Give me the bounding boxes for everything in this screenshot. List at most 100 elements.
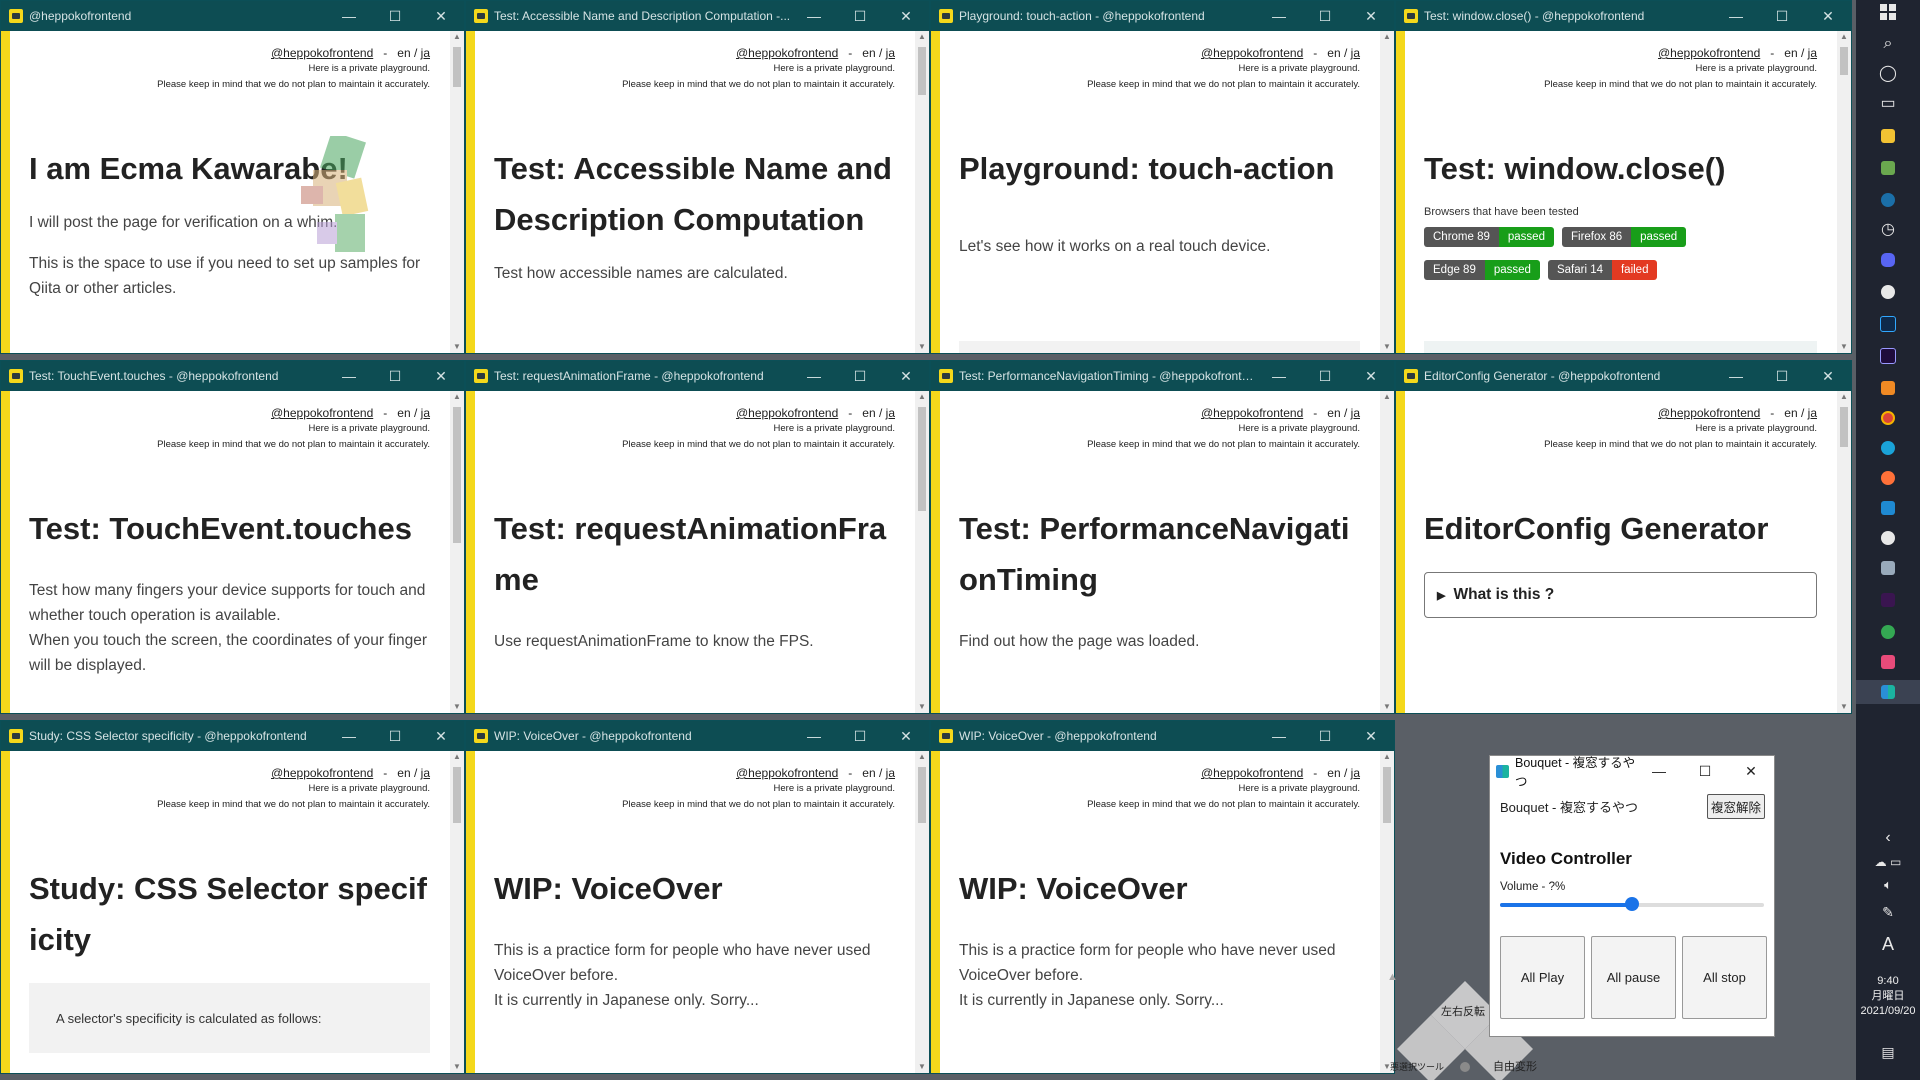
pen-icon[interactable]: ✎ <box>1856 900 1920 924</box>
title-bar[interactable]: WIP: VoiceOver - @heppokofrontend — ☐ ✕ <box>931 721 1394 751</box>
handle-link[interactable]: @heppokofrontend <box>271 766 373 780</box>
title-bar[interactable]: @heppokofrontend — ☐ ✕ <box>1 1 464 31</box>
browser-window-voiceover-2[interactable]: WIP: VoiceOver - @heppokofrontend — ☐ ✕ … <box>930 720 1395 1074</box>
lang-ja-link[interactable]: ja <box>1351 766 1360 780</box>
handle-link[interactable]: @heppokofrontend <box>1658 46 1760 60</box>
maximize-button[interactable]: ☐ <box>1759 368 1805 385</box>
browser-window-window-close[interactable]: Test: window.close() - @heppokofrontend … <box>1395 0 1852 354</box>
maximize-button[interactable]: ☐ <box>1302 8 1348 25</box>
maximize-button[interactable]: ☐ <box>372 728 418 745</box>
maximize-button[interactable]: ☐ <box>837 728 883 745</box>
handle-link[interactable]: @heppokofrontend <box>1201 766 1303 780</box>
start-button[interactable] <box>1856 4 1920 28</box>
chat-app-icon[interactable] <box>1856 280 1920 304</box>
bouquet-window[interactable]: Bouquet - 複窓するやつ — ☐ ✕ Bouquet - 複窓するやつ … <box>1489 755 1775 1037</box>
minimize-button[interactable]: — <box>791 728 837 744</box>
vertical-scrollbar[interactable]: ▲ ▼ <box>1380 31 1394 353</box>
lang-ja-link[interactable]: ja <box>1351 46 1360 60</box>
minimize-button[interactable]: — <box>1713 368 1759 384</box>
title-bar[interactable]: Playground: touch-action - @heppokofront… <box>931 1 1394 31</box>
all-play-button[interactable]: All Play <box>1500 936 1585 1019</box>
browser-window-touch-action[interactable]: Playground: touch-action - @heppokofront… <box>930 0 1395 354</box>
vertical-scrollbar[interactable]: ▲ ▼ <box>1837 31 1851 353</box>
maximize-button[interactable]: ☐ <box>1302 728 1348 745</box>
discord-icon[interactable] <box>1856 248 1920 272</box>
close-button[interactable]: ✕ <box>1348 368 1394 385</box>
steam-icon[interactable] <box>1856 188 1920 212</box>
lang-ja-link[interactable]: ja <box>886 46 895 60</box>
maximize-button[interactable]: ☐ <box>372 8 418 25</box>
premiere-icon[interactable] <box>1856 344 1920 368</box>
lang-ja-link[interactable]: ja <box>421 46 430 60</box>
cortana-icon[interactable]: ◯ <box>1856 62 1920 86</box>
minimize-button[interactable]: — <box>1256 728 1302 744</box>
browser-window-editorconfig[interactable]: EditorConfig Generator - @heppokofronten… <box>1395 360 1852 714</box>
maximize-button[interactable]: ☐ <box>372 368 418 385</box>
chrome-icon[interactable] <box>1856 406 1920 430</box>
minimize-button[interactable]: — <box>326 368 372 384</box>
file-explorer-icon[interactable] <box>1856 124 1920 148</box>
handle-link[interactable]: @heppokofrontend <box>736 766 838 780</box>
maximize-button[interactable]: ☐ <box>837 368 883 385</box>
close-button[interactable]: ✕ <box>418 8 464 25</box>
notification-center-icon[interactable]: ▤ <box>1856 1040 1920 1064</box>
minecraft-icon[interactable] <box>1856 156 1920 180</box>
close-button[interactable]: ✕ <box>418 728 464 745</box>
title-bar[interactable]: Test: window.close() - @heppokofrontend … <box>1396 1 1851 31</box>
lang-ja-link[interactable]: ja <box>1808 46 1817 60</box>
minimize-button[interactable]: — <box>1636 763 1682 779</box>
maximize-button[interactable]: ☐ <box>1759 8 1805 25</box>
close-button[interactable]: ✕ <box>883 728 929 745</box>
browser-app-icon[interactable] <box>1856 526 1920 550</box>
vertical-scrollbar[interactable]: ▲ ▼ <box>1380 391 1394 713</box>
vertical-scrollbar[interactable]: ▲ ▼ <box>450 31 464 353</box>
vscode-icon[interactable] <box>1856 496 1920 520</box>
vertical-scrollbar[interactable]: ▲ ▼ <box>915 391 929 713</box>
vertical-scrollbar[interactable]: ▲ ▼ <box>1837 391 1851 713</box>
handle-link[interactable]: @heppokofrontend <box>1201 406 1303 420</box>
minimize-button[interactable]: — <box>791 8 837 24</box>
lang-ja-link[interactable]: ja <box>886 766 895 780</box>
close-button[interactable]: ✕ <box>883 368 929 385</box>
search-icon[interactable]: ⌕ <box>1856 32 1920 56</box>
what-is-this-details[interactable]: ▶ What is this ? <box>1424 572 1817 618</box>
volume-icon[interactable]: 🔈︎ <box>1856 873 1920 897</box>
vertical-scrollbar[interactable]: ▲ ▼ <box>915 31 929 353</box>
task-view-icon[interactable]: ▭ <box>1856 92 1920 116</box>
selection-tool-label[interactable]: 悪選択ツール <box>1390 1060 1444 1073</box>
close-button[interactable]: ✕ <box>1728 763 1774 780</box>
photos-app-icon[interactable] <box>1856 650 1920 674</box>
firefox-icon[interactable] <box>1856 466 1920 490</box>
free-transform-label[interactable]: 自由変形 <box>1493 1058 1537 1074</box>
bouquet-title-bar[interactable]: Bouquet - 複窓するやつ — ☐ ✕ <box>1490 756 1774 789</box>
close-button[interactable]: ✕ <box>1805 8 1851 25</box>
next-app-icon[interactable] <box>1856 588 1920 612</box>
clock[interactable]: 9:40 月曜日 2021/09/20 <box>1856 974 1920 1019</box>
title-bar[interactable]: Study: CSS Selector specificity - @heppo… <box>1 721 464 751</box>
maximize-button[interactable]: ☐ <box>1302 368 1348 385</box>
sublime-icon[interactable] <box>1856 376 1920 400</box>
browser-window-accessible-name[interactable]: Test: Accessible Name and Description Co… <box>465 0 930 354</box>
title-bar[interactable]: EditorConfig Generator - @heppokofronten… <box>1396 361 1851 391</box>
flip-horizontal-label[interactable]: 左右反転 <box>1441 1003 1485 1019</box>
vertical-scrollbar[interactable]: ▲ ▼ <box>915 751 929 1073</box>
browser-window-css-specificity[interactable]: Study: CSS Selector specificity - @heppo… <box>0 720 465 1074</box>
browser-window-navigation-timing[interactable]: Test: PerformanceNavigationTiming - @hep… <box>930 360 1395 714</box>
title-bar[interactable]: Test: PerformanceNavigationTiming - @hep… <box>931 361 1394 391</box>
handle-link[interactable]: @heppokofrontend <box>1201 46 1303 60</box>
close-button[interactable]: ✕ <box>1348 8 1394 25</box>
bouquet-taskbar-icon[interactable] <box>1856 680 1920 704</box>
ime-indicator[interactable]: A <box>1856 932 1920 956</box>
vertical-scrollbar[interactable]: ▲ ▼ <box>450 391 464 713</box>
lang-ja-link[interactable]: ja <box>1808 406 1817 420</box>
browser-window-raf[interactable]: Test: requestAnimationFrame - @heppokofr… <box>465 360 930 714</box>
vertical-scrollbar[interactable]: ▲ ▼ <box>450 751 464 1073</box>
title-bar[interactable]: WIP: VoiceOver - @heppokofrontend — ☐ ✕ <box>466 721 929 751</box>
volume-slider[interactable] <box>1500 897 1764 911</box>
browser-window-touchevent[interactable]: Test: TouchEvent.touches - @heppokofront… <box>0 360 465 714</box>
handle-link[interactable]: @heppokofrontend <box>736 46 838 60</box>
chrome-canary-icon[interactable] <box>1856 620 1920 644</box>
minimize-button[interactable]: — <box>791 368 837 384</box>
demo-area[interactable] <box>959 341 1360 353</box>
all-stop-button[interactable]: All stop <box>1682 936 1767 1019</box>
